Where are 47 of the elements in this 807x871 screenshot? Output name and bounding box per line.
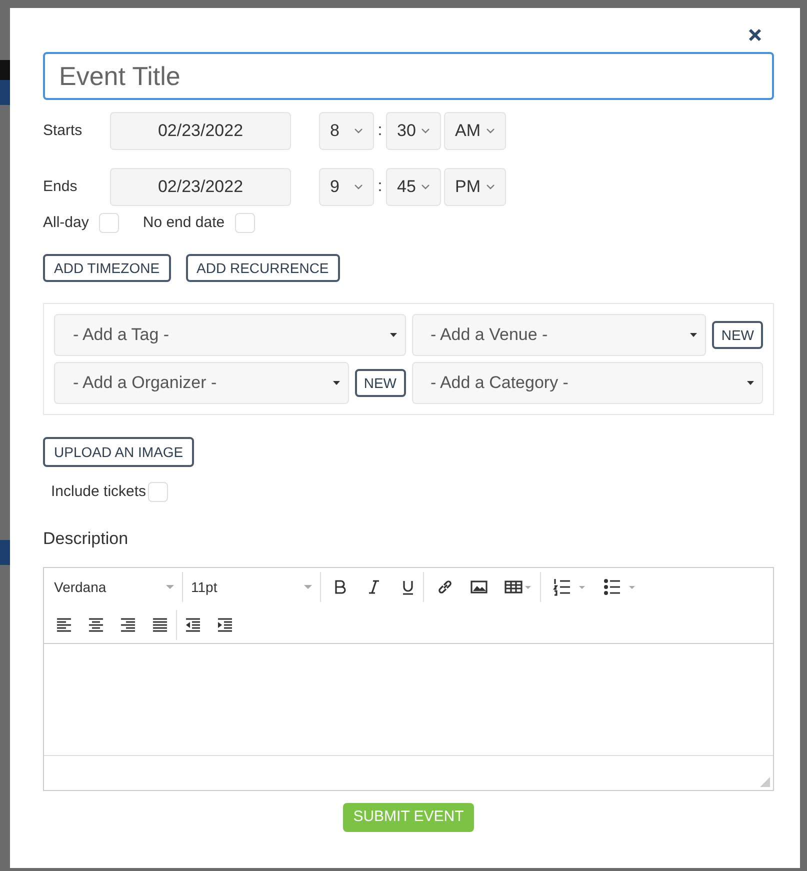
chevron-icon	[421, 128, 430, 134]
minute-select[interactable]: 30	[386, 112, 441, 150]
dropdown-field[interactable]: - Add a Tag -	[54, 314, 406, 356]
chevron-icon	[486, 128, 495, 134]
background-page-strip	[0, 60, 10, 105]
chevron-icon	[354, 184, 363, 190]
ampm-select[interactable]: PM	[444, 168, 506, 206]
ampm-select[interactable]: AM	[444, 112, 506, 150]
option-button[interactable]: ADD RECURRENCE	[186, 254, 340, 282]
close-icon[interactable]	[748, 28, 762, 42]
resize-handle-icon[interactable]	[760, 777, 770, 787]
checkbox-label: No end date	[142, 212, 225, 233]
new-button[interactable]: NEW	[712, 321, 763, 349]
checkbox[interactable]	[234, 213, 255, 233]
chevron-icon	[486, 184, 495, 190]
field-label: Starts	[43, 120, 84, 141]
hour-select[interactable]: 9	[319, 168, 374, 206]
checkbox-label: All-day	[43, 212, 89, 233]
description-label: Description	[43, 528, 130, 550]
caret-icon	[304, 585, 312, 589]
dropdown-field[interactable]: - Add a Venue -	[412, 314, 706, 356]
option-button[interactable]: ADD TIMEZONE	[43, 254, 171, 282]
minute-select[interactable]: 45	[386, 168, 441, 206]
field-label: Ends	[43, 176, 78, 197]
checkbox[interactable]	[98, 213, 119, 233]
new-button[interactable]: NEW	[354, 369, 406, 397]
time-separator: :	[376, 177, 384, 197]
checkbox-label: Include tickets	[51, 482, 146, 502]
time-separator: :	[376, 121, 384, 141]
caret-icon	[747, 381, 754, 385]
date-field[interactable]: 02/23/2022	[110, 168, 291, 206]
dropdown-field[interactable]: - Add a Category -	[412, 362, 763, 404]
hour-select[interactable]: 8	[319, 112, 374, 150]
font-select[interactable]: Verdana	[46, 572, 183, 602]
size-select[interactable]: 11pt	[183, 572, 321, 602]
title-input[interactable]: Event Title	[43, 52, 774, 100]
background-page-strip	[0, 540, 10, 565]
chevron-icon	[354, 128, 363, 134]
checkbox[interactable]	[148, 482, 168, 502]
dropdown-field[interactable]: - Add a Organizer -	[54, 362, 349, 404]
caret-icon	[390, 333, 396, 337]
chevron-icon	[421, 184, 430, 190]
date-field[interactable]: 02/23/2022	[110, 112, 291, 150]
caret-icon	[332, 381, 340, 385]
caret-icon	[690, 333, 698, 337]
caret-icon	[166, 585, 174, 589]
upload-button[interactable]: UPLOAD AN IMAGE	[43, 437, 194, 467]
